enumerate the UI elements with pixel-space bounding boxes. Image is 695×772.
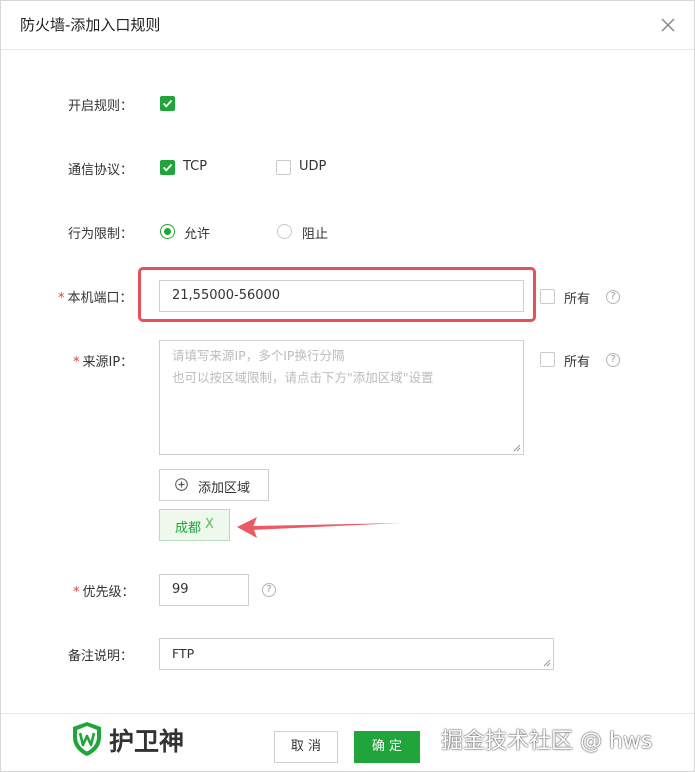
source-ip-placeholder-line1: 请填写来源IP，多个IP换行分隔 bbox=[172, 348, 345, 363]
close-icon[interactable] bbox=[658, 15, 678, 35]
remove-tag-icon[interactable]: X bbox=[205, 517, 214, 532]
help-icon[interactable]: ? bbox=[606, 290, 620, 304]
firewall-rule-dialog: 防火墙-添加入口规则 开启规则： 通信协议： TCP UDP 行为限制： 允许 … bbox=[0, 0, 695, 772]
protocol-label: 通信协议： bbox=[68, 163, 134, 178]
shield-logo-icon bbox=[73, 722, 101, 756]
enable-rule-label: 开启规则： bbox=[68, 99, 134, 114]
remark-input[interactable]: FTP bbox=[159, 638, 554, 670]
required-mark: * bbox=[73, 585, 80, 600]
allow-radio[interactable] bbox=[160, 224, 175, 239]
add-area-button[interactable]: 添加区域 bbox=[159, 469, 269, 501]
local-port-label: * 本机端口： bbox=[58, 287, 133, 306]
action-label: 行为限制： bbox=[68, 227, 134, 242]
resize-grip-icon[interactable] bbox=[513, 444, 521, 452]
cancel-button[interactable]: 取 消 bbox=[274, 731, 338, 763]
source-ip-placeholder-line2: 也可以按区域限制，请点击下方"添加区域"设置 bbox=[172, 370, 434, 385]
required-mark: * bbox=[73, 355, 80, 370]
priority-label-text: 优先级： bbox=[82, 585, 135, 600]
dialog-title: 防火墙-添加入口规则 bbox=[20, 16, 161, 34]
source-ip-all-label: 所有 bbox=[564, 355, 591, 370]
logo-text: 护卫神 bbox=[109, 727, 185, 756]
priority-label: * 优先级： bbox=[73, 581, 135, 600]
annotation-highlight-box bbox=[138, 267, 536, 322]
watermark-text: 掘金技术社区 @ hws bbox=[441, 729, 653, 754]
resize-grip-icon[interactable] bbox=[543, 659, 551, 667]
tcp-checkbox[interactable] bbox=[160, 160, 175, 175]
local-port-all-checkbox[interactable] bbox=[540, 289, 555, 304]
area-tag[interactable]: 成都 X bbox=[159, 509, 230, 541]
udp-checkbox[interactable] bbox=[276, 160, 291, 175]
area-tag-label: 成都 bbox=[175, 521, 202, 536]
remark-value: FTP bbox=[172, 646, 195, 661]
required-mark: * bbox=[58, 291, 65, 306]
footer-divider bbox=[1, 713, 694, 714]
dialog-header: 防火墙-添加入口规则 bbox=[1, 1, 694, 50]
block-label: 阻止 bbox=[302, 227, 329, 242]
block-radio[interactable] bbox=[277, 224, 292, 239]
local-port-all-label: 所有 bbox=[564, 292, 591, 307]
source-ip-label: * 来源IP： bbox=[73, 351, 133, 370]
checkmark-icon bbox=[162, 163, 173, 172]
enable-rule-checkbox[interactable] bbox=[160, 96, 175, 111]
tcp-label: TCP bbox=[183, 159, 208, 174]
help-icon[interactable]: ? bbox=[262, 583, 276, 597]
plus-circle-icon bbox=[175, 478, 188, 491]
priority-input[interactable]: 99 bbox=[159, 574, 249, 606]
source-ip-textarea[interactable]: 请填写来源IP，多个IP换行分隔 也可以按区域限制，请点击下方"添加区域"设置 bbox=[159, 340, 524, 455]
source-ip-all-checkbox[interactable] bbox=[540, 352, 555, 367]
checkmark-icon bbox=[162, 99, 173, 108]
remark-label: 备注说明： bbox=[68, 649, 134, 664]
confirm-button[interactable]: 确 定 bbox=[354, 731, 420, 763]
source-ip-label-text: 来源IP： bbox=[82, 355, 134, 370]
add-area-label: 添加区域 bbox=[198, 481, 251, 496]
allow-label: 允许 bbox=[184, 227, 211, 242]
help-icon[interactable]: ? bbox=[606, 353, 620, 367]
udp-label: UDP bbox=[299, 159, 327, 174]
annotation-arrow bbox=[237, 517, 401, 538]
local-port-label-text: 本机端口： bbox=[67, 291, 133, 306]
